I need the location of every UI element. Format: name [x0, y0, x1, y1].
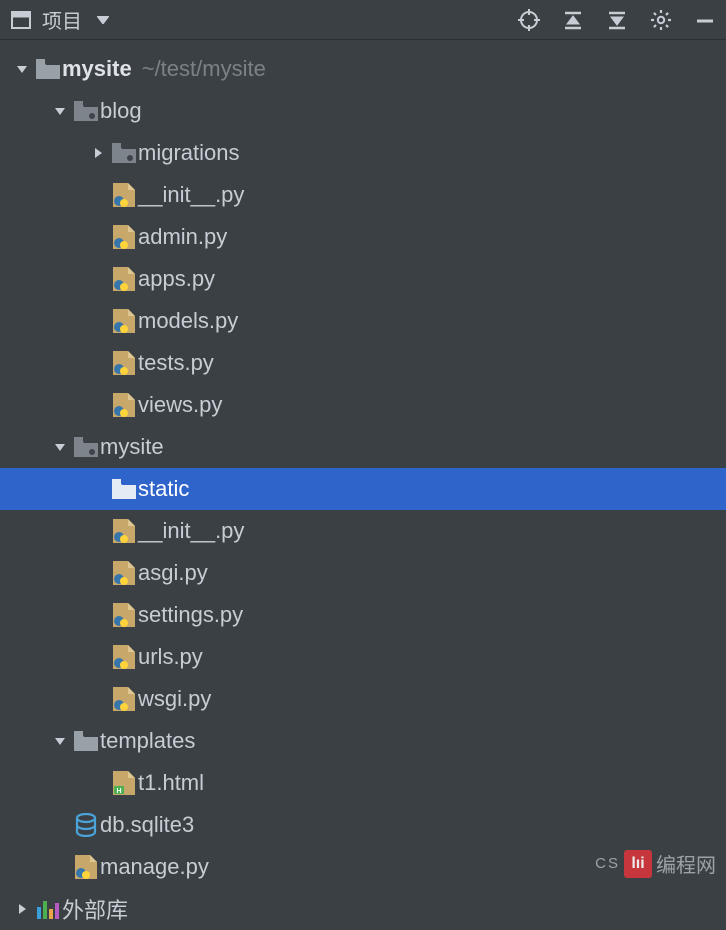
tree-label: manage.py [100, 854, 209, 880]
project-tree: mysite ~/test/mysite blog migrations __i… [0, 40, 726, 930]
folder-icon [110, 479, 138, 499]
chevron-down-icon [10, 63, 34, 75]
tree-file[interactable]: __init__.py [0, 174, 726, 216]
tree-file[interactable]: Ht1.html [0, 762, 726, 804]
tree-label: views.py [138, 392, 222, 418]
tree-label: __init__.py [138, 518, 244, 544]
tree-file-db[interactable]: db.sqlite3 [0, 804, 726, 846]
database-icon [72, 813, 100, 837]
tree-folder-templates[interactable]: templates [0, 720, 726, 762]
folder-icon [72, 731, 100, 751]
toolbar-left: 项目 [10, 5, 114, 34]
python-file-icon [110, 393, 138, 417]
tree-label: tests.py [138, 350, 214, 376]
tree-label: models.py [138, 308, 238, 334]
tree-folder-mysite[interactable]: mysite [0, 426, 726, 468]
python-file-icon [110, 267, 138, 291]
tree-file[interactable]: admin.py [0, 216, 726, 258]
tree-root-label: mysite [62, 56, 132, 82]
python-file-icon [110, 561, 138, 585]
tree-external-libraries[interactable]: 外部库 [0, 888, 726, 930]
svg-text:H: H [116, 788, 121, 795]
tree-file[interactable]: apps.py [0, 258, 726, 300]
watermark: CS lıi 编程网 [595, 849, 716, 878]
python-file-icon [110, 351, 138, 375]
tree-label: settings.py [138, 602, 243, 628]
library-icon [34, 899, 62, 919]
tree-file[interactable]: wsgi.py [0, 678, 726, 720]
minimize-icon[interactable] [694, 9, 716, 31]
tree-file[interactable]: __init__.py [0, 510, 726, 552]
python-file-icon [110, 225, 138, 249]
toolbar-right [518, 9, 716, 31]
tree-label: urls.py [138, 644, 203, 670]
project-window-icon[interactable] [10, 9, 32, 31]
toolbar-title: 项目 [42, 5, 82, 34]
python-file-icon [110, 309, 138, 333]
watermark-text: 编程网 [656, 849, 716, 878]
tree-label: admin.py [138, 224, 227, 250]
python-file-icon [72, 855, 100, 879]
tree-label: t1.html [138, 770, 204, 796]
gear-icon[interactable] [650, 9, 672, 31]
expand-all-icon[interactable] [562, 9, 584, 31]
toolbar: 项目 [0, 0, 726, 40]
python-file-icon [110, 687, 138, 711]
tree-label: db.sqlite3 [100, 812, 194, 838]
tree-label: mysite [100, 434, 164, 460]
tree-file[interactable]: models.py [0, 300, 726, 342]
tree-label: blog [100, 98, 142, 124]
tree-label: migrations [138, 140, 239, 166]
html-file-icon: H [110, 771, 138, 795]
tree-folder-migrations[interactable]: migrations [0, 132, 726, 174]
tree-label: 外部库 [62, 893, 128, 925]
chevron-down-icon [48, 441, 72, 453]
python-file-icon [110, 519, 138, 543]
tree-root[interactable]: mysite ~/test/mysite [0, 48, 726, 90]
folder-special-icon [72, 101, 100, 121]
tree-file[interactable]: settings.py [0, 594, 726, 636]
tree-folder-blog[interactable]: blog [0, 90, 726, 132]
python-file-icon [110, 183, 138, 207]
tree-label: apps.py [138, 266, 215, 292]
tree-label: asgi.py [138, 560, 208, 586]
tree-file[interactable]: tests.py [0, 342, 726, 384]
tree-label: wsgi.py [138, 686, 211, 712]
target-icon[interactable] [518, 9, 540, 31]
tree-folder-static[interactable]: static [0, 468, 726, 510]
collapse-all-icon[interactable] [606, 9, 628, 31]
tree-label: templates [100, 728, 195, 754]
chevron-right-icon [10, 903, 34, 915]
chevron-down-icon [48, 735, 72, 747]
tree-file[interactable]: asgi.py [0, 552, 726, 594]
tree-label: __init__.py [138, 182, 244, 208]
chevron-down-icon [48, 105, 72, 117]
python-file-icon [110, 645, 138, 669]
tree-file[interactable]: urls.py [0, 636, 726, 678]
tree-file[interactable]: views.py [0, 384, 726, 426]
folder-icon [34, 59, 62, 79]
tree-root-path: ~/test/mysite [142, 56, 266, 82]
watermark-box: lıi [624, 850, 652, 878]
chevron-right-icon [86, 147, 110, 159]
watermark-pretext: CS [595, 855, 620, 872]
dropdown-icon[interactable] [92, 9, 114, 31]
python-file-icon [110, 603, 138, 627]
folder-special-icon [110, 143, 138, 163]
folder-special-icon [72, 437, 100, 457]
tree-label: static [138, 476, 189, 502]
